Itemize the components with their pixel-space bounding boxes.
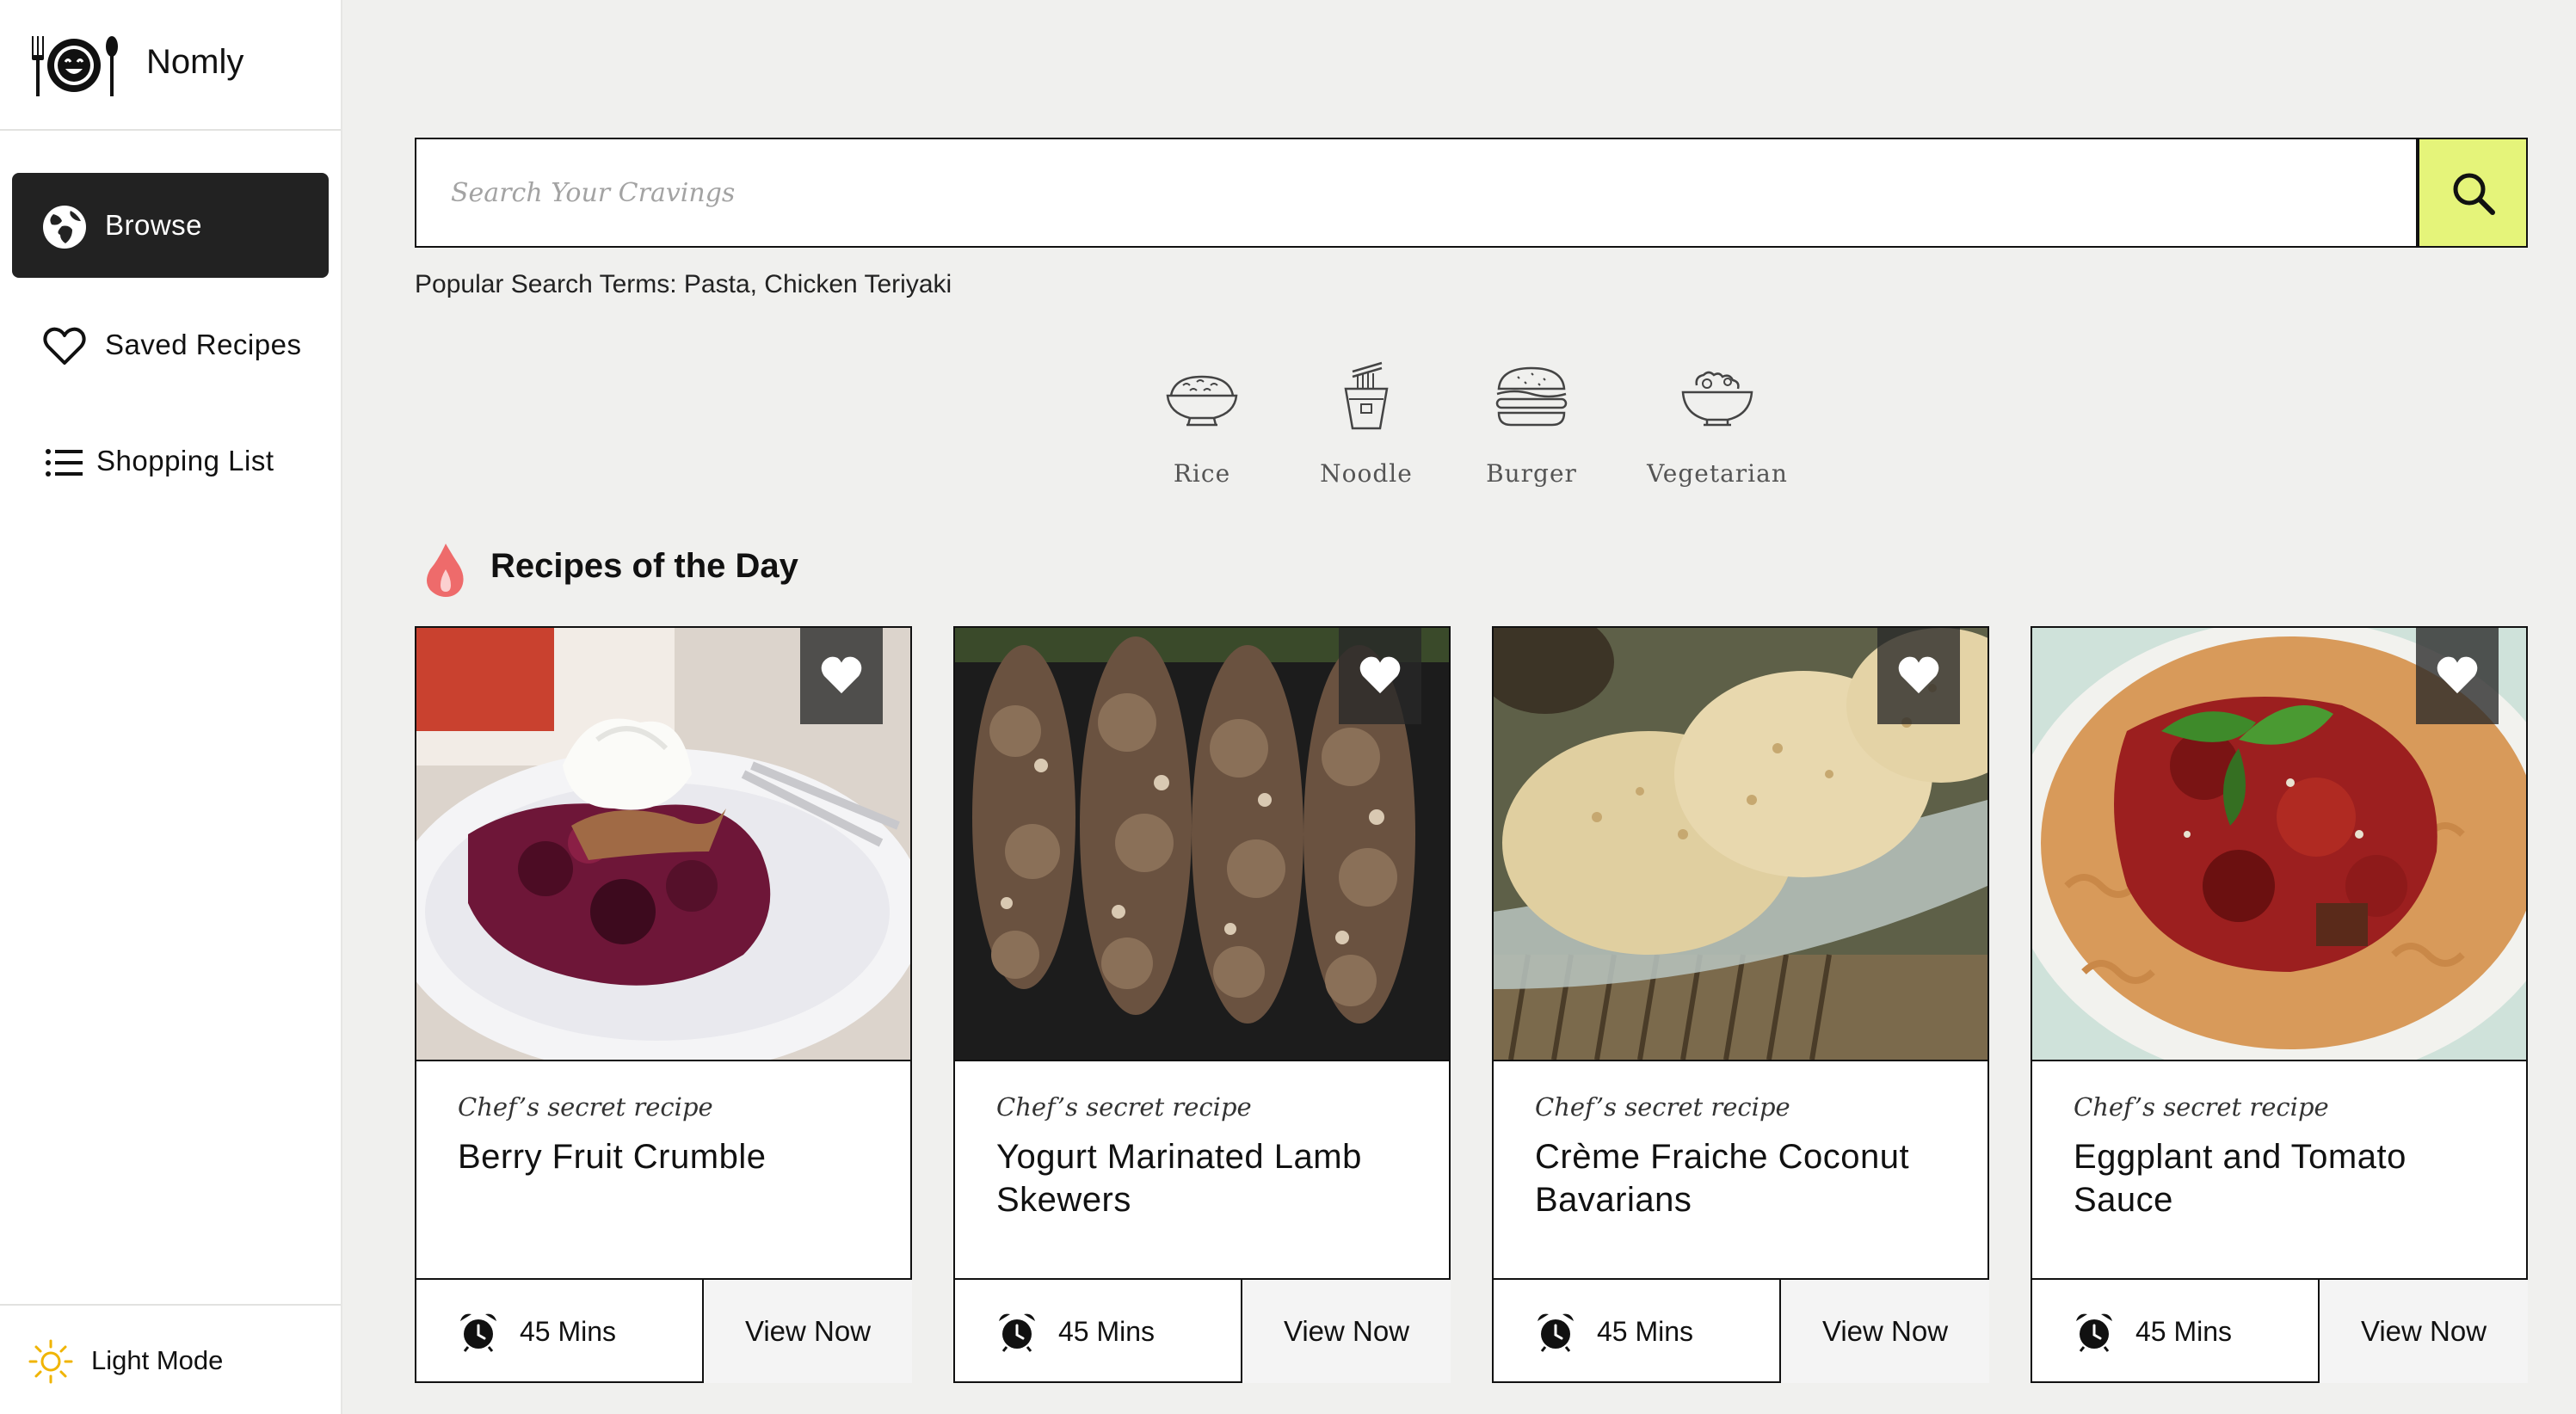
sidebar-item-browse[interactable]: Browse bbox=[12, 173, 329, 278]
alarm-clock-icon bbox=[1538, 1313, 1574, 1352]
recipe-tag: Chef’s secret recipe bbox=[1535, 1092, 1790, 1122]
alarm-clock-icon bbox=[460, 1313, 496, 1352]
category-label: Noodle bbox=[1320, 459, 1413, 488]
sidebar-item-label: Shopping List bbox=[96, 445, 274, 476]
category-rice[interactable]: Rice bbox=[1116, 360, 1288, 497]
light-mode-label: Light Mode bbox=[91, 1345, 224, 1375]
heart-icon bbox=[2437, 656, 2478, 694]
category-vegetarian[interactable]: Vegetarian bbox=[1631, 360, 1803, 497]
category-label: Burger bbox=[1486, 459, 1577, 488]
noodle-box-icon bbox=[1344, 361, 1389, 430]
logo-icon bbox=[32, 36, 118, 96]
favorite-button[interactable] bbox=[1339, 628, 1421, 724]
recipe-footer: 45 Mins View Now bbox=[2032, 1278, 2528, 1383]
globe-icon bbox=[43, 206, 86, 249]
light-mode-toggle[interactable]: Light Mode bbox=[0, 1304, 341, 1414]
sidebar-item-shopping-list[interactable]: Shopping List bbox=[12, 409, 329, 513]
salad-bowl-icon bbox=[1681, 371, 1753, 427]
search-button[interactable] bbox=[2418, 138, 2528, 248]
favorite-button[interactable] bbox=[2416, 628, 2499, 724]
burger-icon bbox=[1495, 366, 1568, 427]
cook-time: 45 Mins bbox=[416, 1280, 702, 1383]
view-now-button[interactable]: View Now bbox=[1241, 1280, 1451, 1383]
favorite-button[interactable] bbox=[1877, 628, 1960, 724]
recipe-card: Chef’s secret recipe Eggplant and Tomato… bbox=[2031, 626, 2528, 1383]
sun-icon bbox=[28, 1339, 73, 1384]
view-now-button[interactable]: View Now bbox=[2318, 1280, 2528, 1383]
cook-time-label: 45 Mins bbox=[1058, 1316, 1156, 1347]
heart-icon bbox=[821, 656, 862, 694]
cook-time-label: 45 Mins bbox=[2135, 1316, 2233, 1347]
list-icon bbox=[46, 449, 83, 476]
recipe-tag: Chef’s secret recipe bbox=[458, 1092, 713, 1122]
cook-time: 45 Mins bbox=[1494, 1280, 1779, 1383]
alarm-clock-icon bbox=[2076, 1313, 2112, 1352]
view-now-button[interactable]: View Now bbox=[1779, 1280, 1989, 1383]
search-box bbox=[415, 138, 2418, 248]
sidebar-item-label: Saved Recipes bbox=[105, 329, 302, 360]
recipe-card: Chef’s secret recipe Berry Fruit Crumble… bbox=[415, 626, 912, 1383]
recipe-tag: Chef’s secret recipe bbox=[2074, 1092, 2329, 1122]
category-noodle[interactable]: Noodle bbox=[1280, 360, 1452, 497]
recipe-tag: Chef’s secret recipe bbox=[996, 1092, 1252, 1122]
view-now-button[interactable]: View Now bbox=[702, 1280, 912, 1383]
recipe-footer: 45 Mins View Now bbox=[1494, 1278, 1989, 1383]
sidebar: Nomly Browse Saved Recipes Shopping List bbox=[0, 0, 342, 1414]
rice-bowl-icon bbox=[1166, 375, 1238, 427]
section-title: Recipes of the Day bbox=[490, 547, 798, 585]
flame-icon bbox=[427, 544, 464, 597]
sidebar-item-label: Browse bbox=[105, 209, 203, 241]
search-input[interactable] bbox=[416, 139, 2416, 246]
recipe-card: Chef’s secret recipe Crème Fraiche Cocon… bbox=[1492, 626, 1989, 1383]
favorite-button[interactable] bbox=[800, 628, 883, 724]
alarm-clock-icon bbox=[999, 1313, 1035, 1352]
heart-icon bbox=[43, 327, 86, 365]
recipe-footer: 45 Mins View Now bbox=[416, 1278, 912, 1383]
category-label: Vegetarian bbox=[1647, 459, 1788, 488]
recipe-card: Chef’s secret recipe Yogurt Marinated La… bbox=[953, 626, 1451, 1383]
recipe-footer: 45 Mins View Now bbox=[955, 1278, 1451, 1383]
recipe-title[interactable]: Eggplant and Tomato Sauce bbox=[2074, 1135, 2495, 1221]
heart-icon bbox=[1898, 656, 1939, 694]
category-label: Rice bbox=[1173, 459, 1231, 488]
brand[interactable]: Nomly bbox=[0, 0, 341, 131]
recipe-title[interactable]: Crème Fraiche Coconut Bavarians bbox=[1535, 1135, 1957, 1221]
app-name: Nomly bbox=[146, 43, 244, 81]
cook-time-label: 45 Mins bbox=[520, 1316, 617, 1347]
cook-time-label: 45 Mins bbox=[1597, 1316, 1694, 1347]
cook-time: 45 Mins bbox=[2032, 1280, 2318, 1383]
recipe-title[interactable]: Yogurt Marinated Lamb Skewers bbox=[996, 1135, 1418, 1221]
popular-search-terms: Popular Search Terms: Pasta, Chicken Ter… bbox=[415, 270, 952, 298]
cook-time: 45 Mins bbox=[955, 1280, 1241, 1383]
heart-icon bbox=[1359, 656, 1401, 694]
recipe-title[interactable]: Berry Fruit Crumble bbox=[458, 1135, 879, 1178]
category-burger[interactable]: Burger bbox=[1445, 360, 1618, 497]
sidebar-item-saved-recipes[interactable]: Saved Recipes bbox=[12, 292, 329, 397]
search-icon bbox=[2453, 173, 2495, 215]
